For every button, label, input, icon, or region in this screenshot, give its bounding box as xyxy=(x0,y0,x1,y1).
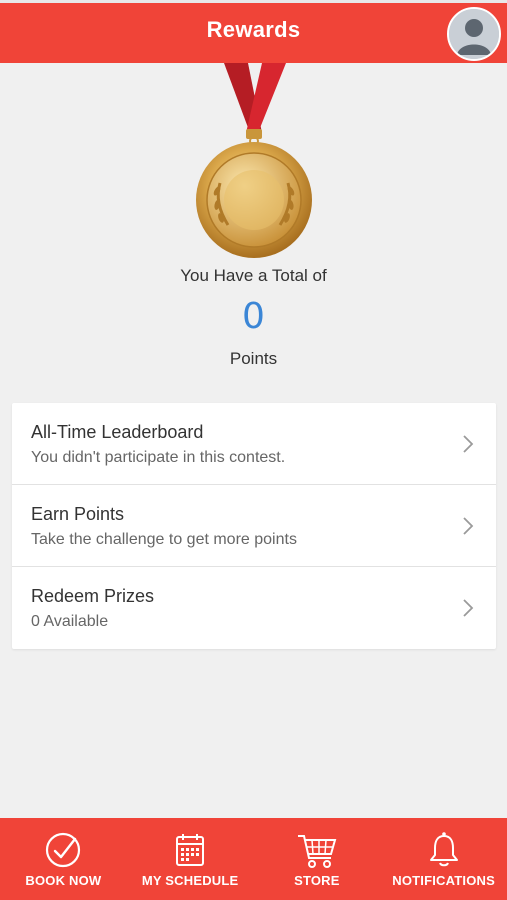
rewards-menu: All-Time Leaderboard You didn't particip… xyxy=(12,403,496,649)
chevron-right-icon xyxy=(463,435,474,453)
bottom-tab-bar: BOOK NOW MY SCHEDULE STORE NOTIFICATIONS xyxy=(0,818,507,900)
chevron-right-icon xyxy=(463,599,474,617)
menu-item-subtitle: 0 Available xyxy=(31,613,109,630)
tab-label: STORE xyxy=(294,873,340,888)
menu-item-title: All-Time Leaderboard xyxy=(31,422,204,442)
menu-item-earn-points[interactable]: Earn Points Take the challenge to get mo… xyxy=(12,485,496,567)
menu-item-subtitle: Take the challenge to get more points xyxy=(31,531,297,548)
medal-icon xyxy=(196,63,312,258)
points-unit-label: Points xyxy=(229,349,278,368)
avatar[interactable] xyxy=(447,7,501,61)
tab-my-schedule[interactable]: MY SCHEDULE xyxy=(127,818,254,900)
tab-label: NOTIFICATIONS xyxy=(392,873,495,888)
chevron-right-icon xyxy=(463,517,474,535)
tab-label: MY SCHEDULE xyxy=(141,873,239,888)
total-label: You Have a Total of xyxy=(180,266,327,285)
bell-icon xyxy=(429,832,458,867)
tab-label: BOOK NOW xyxy=(25,873,102,888)
cart-icon xyxy=(297,835,337,868)
points-value: 0 xyxy=(242,296,265,337)
medal-illustration xyxy=(0,63,507,263)
user-icon xyxy=(449,9,499,59)
menu-item-redeem-prizes[interactable]: Redeem Prizes 0 Available xyxy=(12,567,496,649)
tab-notifications[interactable]: NOTIFICATIONS xyxy=(380,818,507,900)
menu-item-leaderboard[interactable]: All-Time Leaderboard You didn't particip… xyxy=(12,403,496,485)
app-header: Rewards xyxy=(0,0,507,63)
check-circle-icon xyxy=(46,832,81,868)
tab-store[interactable]: STORE xyxy=(254,818,381,900)
menu-item-subtitle: You didn't participate in this contest. xyxy=(31,449,286,466)
menu-item-title: Earn Points xyxy=(31,504,125,524)
menu-item-title: Redeem Prizes xyxy=(31,586,155,606)
calendar-icon xyxy=(176,834,205,866)
page-title: Rewards xyxy=(206,17,301,42)
tab-book-now[interactable]: BOOK NOW xyxy=(0,818,127,900)
